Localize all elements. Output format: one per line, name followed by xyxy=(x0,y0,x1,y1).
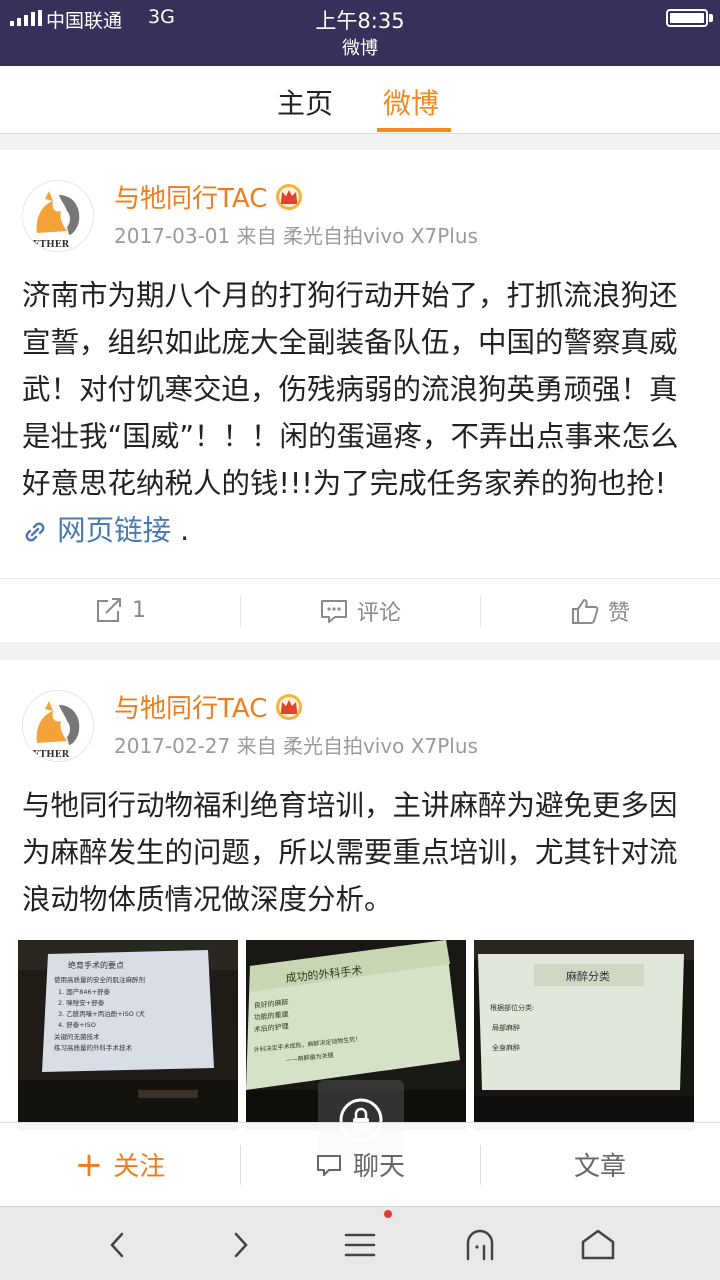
photo-thumbnail[interactable]: 绝育手术的要点 使用高质量的安全的肌注麻醉剂 1. 国产846+舒泰 2. 咪唑… xyxy=(18,940,238,1130)
post-card: GETHER 与牠同行TAC 2017-02-27 来自 柔光自拍vivo X7… xyxy=(0,660,720,1130)
back-button[interactable] xyxy=(96,1223,140,1267)
follow-button[interactable]: + 关注 xyxy=(0,1123,240,1206)
author-name[interactable]: 与牠同行TAC xyxy=(114,688,267,725)
app-title: 微博 xyxy=(342,38,378,59)
web-link-label[interactable]: 网页链接 xyxy=(57,514,171,547)
post-date: 2017-02-27 xyxy=(114,734,231,758)
source-prefix: 来自 xyxy=(236,224,277,248)
forward-icon xyxy=(234,1232,248,1258)
slide-photo: 绝育手术的要点 使用高质量的安全的肌注麻醉剂 1. 国产846+舒泰 2. 咪唑… xyxy=(18,940,238,1130)
post-meta: 2017-03-01 来自 柔光自拍vivo X7Plus xyxy=(114,220,478,249)
menu-icon xyxy=(344,1233,376,1257)
follow-label: 关注 xyxy=(113,1152,166,1182)
avatar[interactable]: GETHER xyxy=(22,180,94,252)
photo-thumbnail[interactable]: 麻醉分类 根据部位分类: 局部麻醉 全身麻醉 xyxy=(474,940,694,1130)
chat-icon xyxy=(316,1154,341,1176)
articles-label: 文章 xyxy=(573,1152,626,1182)
author-row: 与牠同行TAC xyxy=(114,688,303,725)
together-logo-icon: GETHER xyxy=(23,691,93,761)
slide-line: 关键的无菌技术 xyxy=(54,1032,100,1041)
browser-home-button[interactable] xyxy=(458,1223,502,1267)
status-bar: 中国联通 3G 上午8:35 微博 xyxy=(0,0,720,66)
comment-icon xyxy=(320,599,347,623)
profile-action-bar: + 关注 聊天 文章 xyxy=(0,1122,720,1206)
slide-line: 根据部位分类: xyxy=(490,1003,534,1012)
crown-icon xyxy=(276,183,303,210)
like-button[interactable]: 赞 xyxy=(480,579,720,642)
like-icon xyxy=(571,598,599,624)
articles-button[interactable]: 文章 xyxy=(480,1123,720,1206)
back-icon xyxy=(110,1232,124,1258)
chat-button[interactable]: 聊天 xyxy=(240,1123,480,1206)
tab-home[interactable]: 主页 xyxy=(277,82,333,122)
comment-button[interactable]: 评论 xyxy=(240,579,480,642)
browser-nav-bar xyxy=(0,1206,720,1280)
browser-home-icon xyxy=(466,1229,494,1261)
clock: 上午8:35 xyxy=(315,9,405,33)
home-button[interactable] xyxy=(576,1223,620,1267)
repost-icon xyxy=(97,597,121,622)
web-link[interactable]: 网页链接 xyxy=(22,514,180,547)
post-body: 与牠同行动物福利绝育培训，主讲麻醉为避免更多因为麻醉发生的问题，所以需要重点培训… xyxy=(22,789,678,916)
like-label: 赞 xyxy=(607,600,630,626)
tab-weibo[interactable]: 微博 xyxy=(383,82,439,122)
notification-dot xyxy=(384,1210,392,1218)
slide-line: 局部麻醉 xyxy=(492,1023,520,1032)
post-text: 与牠同行动物福利绝育培训，主讲麻醉为避免更多因为麻醉发生的问题，所以需要重点培训… xyxy=(22,782,698,923)
together-logo-icon: GETHER xyxy=(23,181,93,251)
post-source: 柔光自拍vivo X7Plus xyxy=(282,224,478,248)
post-body: 济南市为期八个月的打狗行动开始了，打抓流浪狗还宣誓，组织如此庞大全副装备队伍，中… xyxy=(22,279,679,500)
source-prefix: 来自 xyxy=(236,734,277,758)
author-row: 与牠同行TAC xyxy=(114,178,303,215)
slide-line: 使用高质量的安全的肌注麻醉剂 xyxy=(54,975,145,984)
post-meta: 2017-02-27 来自 柔光自拍vivo X7Plus xyxy=(114,730,478,759)
menu-button[interactable] xyxy=(338,1223,382,1267)
plus-icon: + xyxy=(74,1144,104,1185)
post-actions: 1 评论 赞 xyxy=(0,578,720,642)
author-name[interactable]: 与牠同行TAC xyxy=(114,178,267,215)
slide-line: 3. 乙酰丙嗪+丙泊酚+ISO (犬 xyxy=(58,1009,145,1018)
link-suffix: . xyxy=(180,514,190,547)
home-icon xyxy=(581,1229,615,1260)
post-source: 柔光自拍vivo X7Plus xyxy=(282,734,478,758)
slide-line: 练习高质量的外科手术技术 xyxy=(54,1043,133,1052)
chat-label: 聊天 xyxy=(352,1152,405,1182)
repost-button[interactable]: 1 xyxy=(0,579,240,642)
repost-count: 1 xyxy=(132,598,146,623)
slide-photo: 麻醉分类 根据部位分类: 局部麻醉 全身麻醉 xyxy=(474,940,694,1130)
post-text: 济南市为期八个月的打狗行动开始了，打抓流浪狗还宣誓，组织如此庞大全副装备队伍，中… xyxy=(22,272,698,554)
forward-button[interactable] xyxy=(218,1223,262,1267)
slide-line: 4. 舒泰+ISO xyxy=(58,1020,96,1029)
avatar[interactable]: GETHER xyxy=(22,690,94,762)
battery-icon xyxy=(666,9,708,27)
battery-tip xyxy=(709,14,713,22)
slide-line: 2. 咪唑安+舒泰 xyxy=(58,998,105,1007)
slide-line: 麻醉分类 xyxy=(566,969,610,983)
post-date: 2017-03-01 xyxy=(114,224,231,248)
profile-tab-bar: 主页 微博 xyxy=(0,66,720,134)
comment-label: 评论 xyxy=(356,600,401,626)
active-tab-indicator xyxy=(377,128,451,132)
svg-text:GETHER: GETHER xyxy=(25,750,70,760)
crown-icon xyxy=(276,693,303,720)
link-icon xyxy=(25,522,45,542)
slide-line: 1. 国产846+舒泰 xyxy=(58,987,111,996)
svg-text:GETHER: GETHER xyxy=(25,240,70,250)
slide-line: 全身麻醉 xyxy=(492,1043,520,1052)
post-card: GETHER 与牠同行TAC 2017-03-01 来自 柔光自拍vivo X7… xyxy=(0,150,720,642)
slide-line: 绝育手术的要点 xyxy=(68,960,124,970)
